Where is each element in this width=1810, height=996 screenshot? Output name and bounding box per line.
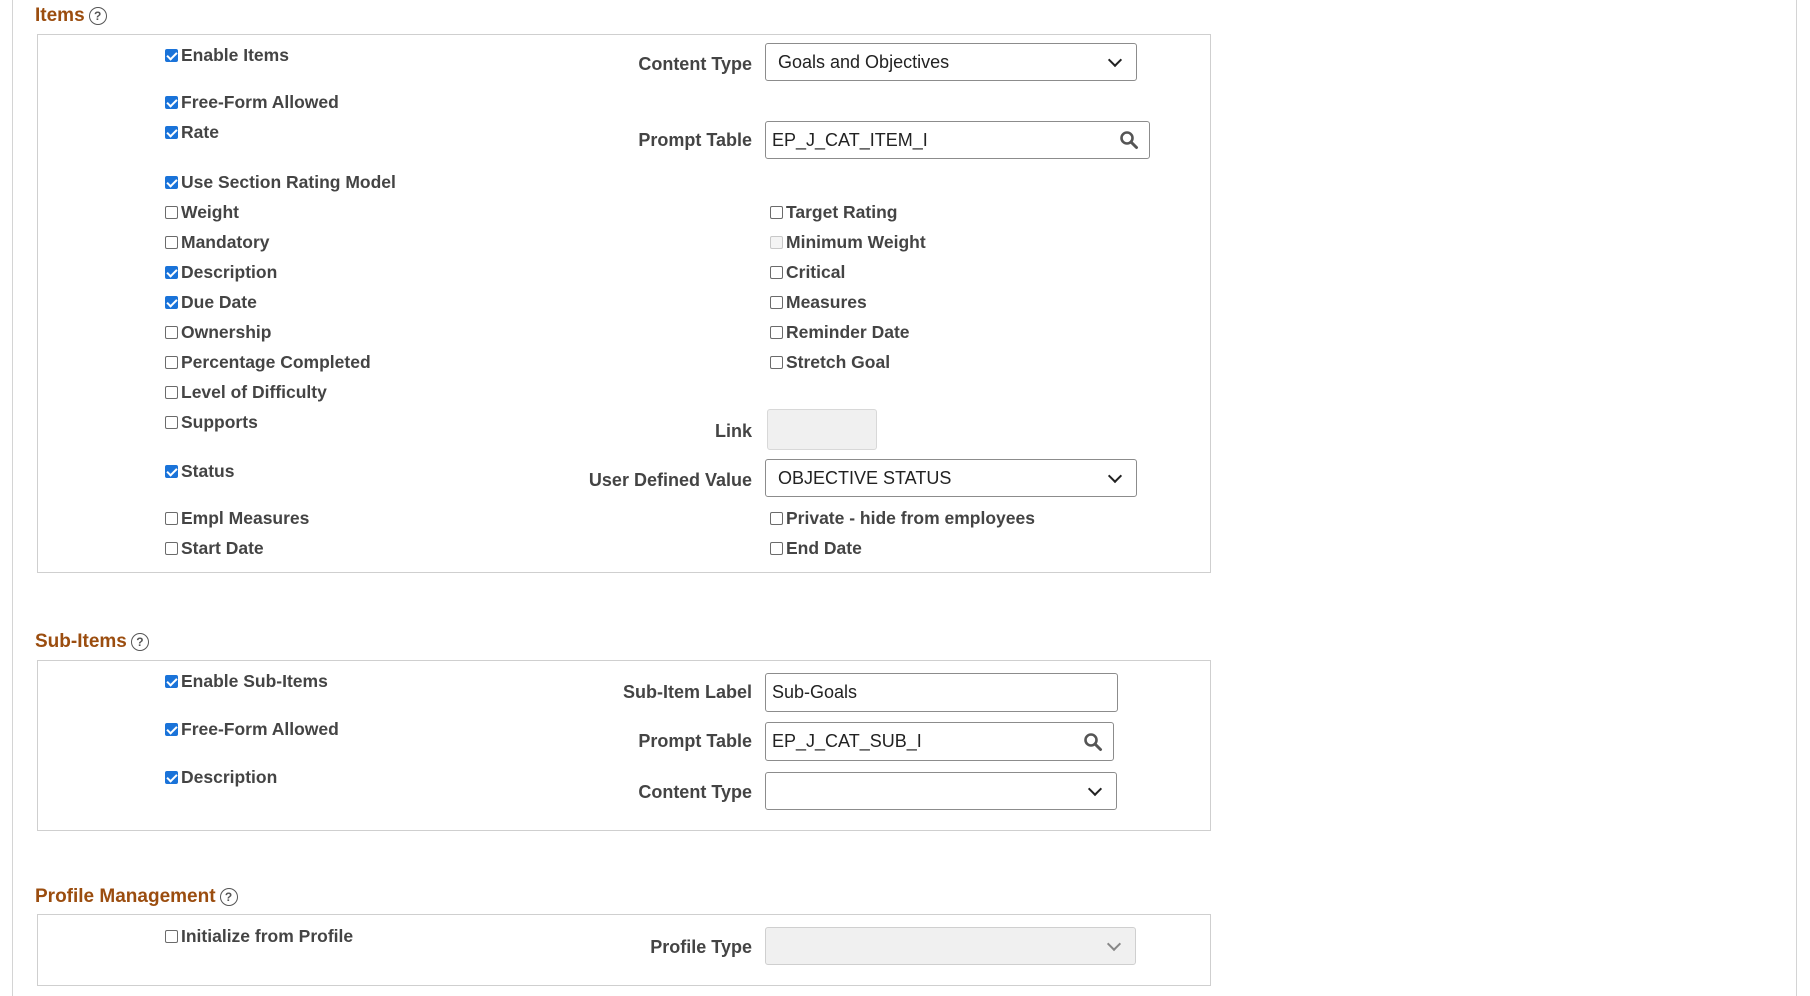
- checkbox-box[interactable]: [770, 326, 783, 339]
- checkbox-box[interactable]: [770, 356, 783, 369]
- profile-type-select: [765, 927, 1136, 965]
- checkbox-box[interactable]: [165, 542, 178, 555]
- checkbox-box[interactable]: [165, 771, 178, 784]
- use-section-rating-model-checkbox[interactable]: Use Section Rating Model: [165, 172, 396, 193]
- critical-checkbox[interactable]: Critical: [770, 262, 845, 283]
- target-rating-checkbox[interactable]: Target Rating: [770, 202, 898, 223]
- checkbox-box: [770, 236, 783, 249]
- sub-content-type-label: Content Type: [638, 782, 752, 802]
- sub-items-help-icon[interactable]: ?: [130, 633, 149, 651]
- checkbox-box[interactable]: [770, 512, 783, 525]
- checkbox-box[interactable]: [165, 465, 178, 478]
- free-form-allowed-checkbox[interactable]: Free-Form Allowed: [165, 92, 339, 113]
- stretch-goal-checkbox[interactable]: Stretch Goal: [770, 352, 890, 373]
- checkbox-box[interactable]: [165, 206, 178, 219]
- search-icon[interactable]: [1083, 732, 1103, 752]
- content-type-select[interactable]: Goals and Objectives: [765, 43, 1137, 81]
- checkbox-box[interactable]: [770, 542, 783, 555]
- checkbox-box[interactable]: [165, 723, 178, 736]
- enable-sub-items-checkbox[interactable]: Enable Sub-Items: [165, 671, 328, 692]
- search-icon[interactable]: [1119, 130, 1139, 150]
- supports-checkbox[interactable]: Supports: [165, 412, 258, 433]
- sub-prompt-table-label: Prompt Table: [638, 731, 752, 751]
- mandatory-checkbox[interactable]: Mandatory: [165, 232, 269, 253]
- page-frame-left-border: [12, 0, 13, 996]
- link-field: [767, 409, 877, 450]
- profile-type-label: Profile Type: [650, 937, 752, 957]
- checkbox-box[interactable]: [165, 930, 178, 943]
- checkbox-box[interactable]: [165, 356, 178, 369]
- private-hide-from-employees-checkbox[interactable]: Private - hide from employees: [770, 508, 1035, 529]
- sub-item-label-label: Sub-Item Label: [622, 682, 752, 702]
- items-section-title: Items ?: [35, 5, 107, 27]
- checkbox-box[interactable]: [165, 96, 178, 109]
- checkbox-box[interactable]: [165, 126, 178, 139]
- description-checkbox[interactable]: Description: [165, 262, 277, 283]
- percentage-completed-checkbox[interactable]: Percentage Completed: [165, 352, 371, 373]
- items-help-icon[interactable]: ?: [88, 7, 107, 25]
- checkbox-box[interactable]: [165, 326, 178, 339]
- chevron-down-icon: [1106, 936, 1122, 952]
- chevron-down-icon: [1087, 781, 1103, 797]
- ownership-checkbox[interactable]: Ownership: [165, 322, 271, 343]
- checkbox-box[interactable]: [770, 206, 783, 219]
- checkbox-box[interactable]: [165, 675, 178, 688]
- due-date-checkbox[interactable]: Due Date: [165, 292, 257, 313]
- sub-free-form-allowed-checkbox[interactable]: Free-Form Allowed: [165, 719, 339, 740]
- rate-checkbox[interactable]: Rate: [165, 122, 219, 143]
- sub-prompt-table-input[interactable]: EP_J_CAT_SUB_I: [765, 722, 1114, 761]
- minimum-weight-checkbox: Minimum Weight: [770, 232, 926, 253]
- prompt-table-label: Prompt Table: [638, 130, 752, 150]
- checkbox-box[interactable]: [165, 266, 178, 279]
- checkbox-box[interactable]: [165, 176, 178, 189]
- profile-management-section-title: Profile Management ?: [35, 886, 238, 908]
- checkbox-box[interactable]: [165, 236, 178, 249]
- sub-item-label-input[interactable]: Sub-Goals: [765, 673, 1118, 712]
- user-defined-value-label: User Defined Value: [588, 470, 752, 490]
- weight-checkbox[interactable]: Weight: [165, 202, 239, 223]
- checkbox-box[interactable]: [165, 386, 178, 399]
- sub-description-checkbox[interactable]: Description: [165, 767, 277, 788]
- profile-management-help-icon[interactable]: ?: [219, 888, 238, 906]
- checkbox-box[interactable]: [165, 49, 178, 62]
- enable-items-checkbox[interactable]: Enable Items: [165, 45, 289, 66]
- content-type-label: Content Type: [638, 54, 752, 74]
- empl-measures-checkbox[interactable]: Empl Measures: [165, 508, 309, 529]
- reminder-date-checkbox[interactable]: Reminder Date: [770, 322, 910, 343]
- page-frame-right-border: [1796, 0, 1797, 996]
- checkbox-box[interactable]: [770, 296, 783, 309]
- user-defined-value-select[interactable]: OBJECTIVE STATUS: [765, 459, 1137, 497]
- checkbox-box[interactable]: [770, 266, 783, 279]
- checkbox-box[interactable]: [165, 296, 178, 309]
- sub-items-section-title: Sub-Items ?: [35, 631, 149, 653]
- sub-content-type-select[interactable]: [765, 772, 1117, 810]
- link-label: Link: [714, 421, 752, 441]
- start-date-checkbox[interactable]: Start Date: [165, 538, 264, 559]
- checkbox-box[interactable]: [165, 512, 178, 525]
- status-checkbox[interactable]: Status: [165, 461, 234, 482]
- level-of-difficulty-checkbox[interactable]: Level of Difficulty: [165, 382, 327, 403]
- measures-checkbox[interactable]: Measures: [770, 292, 867, 313]
- chevron-down-icon: [1107, 52, 1123, 68]
- prompt-table-input[interactable]: EP_J_CAT_ITEM_I: [765, 121, 1150, 159]
- initialize-from-profile-checkbox[interactable]: Initialize from Profile: [165, 926, 353, 947]
- end-date-checkbox[interactable]: End Date: [770, 538, 862, 559]
- checkbox-box[interactable]: [165, 416, 178, 429]
- chevron-down-icon: [1107, 468, 1123, 484]
